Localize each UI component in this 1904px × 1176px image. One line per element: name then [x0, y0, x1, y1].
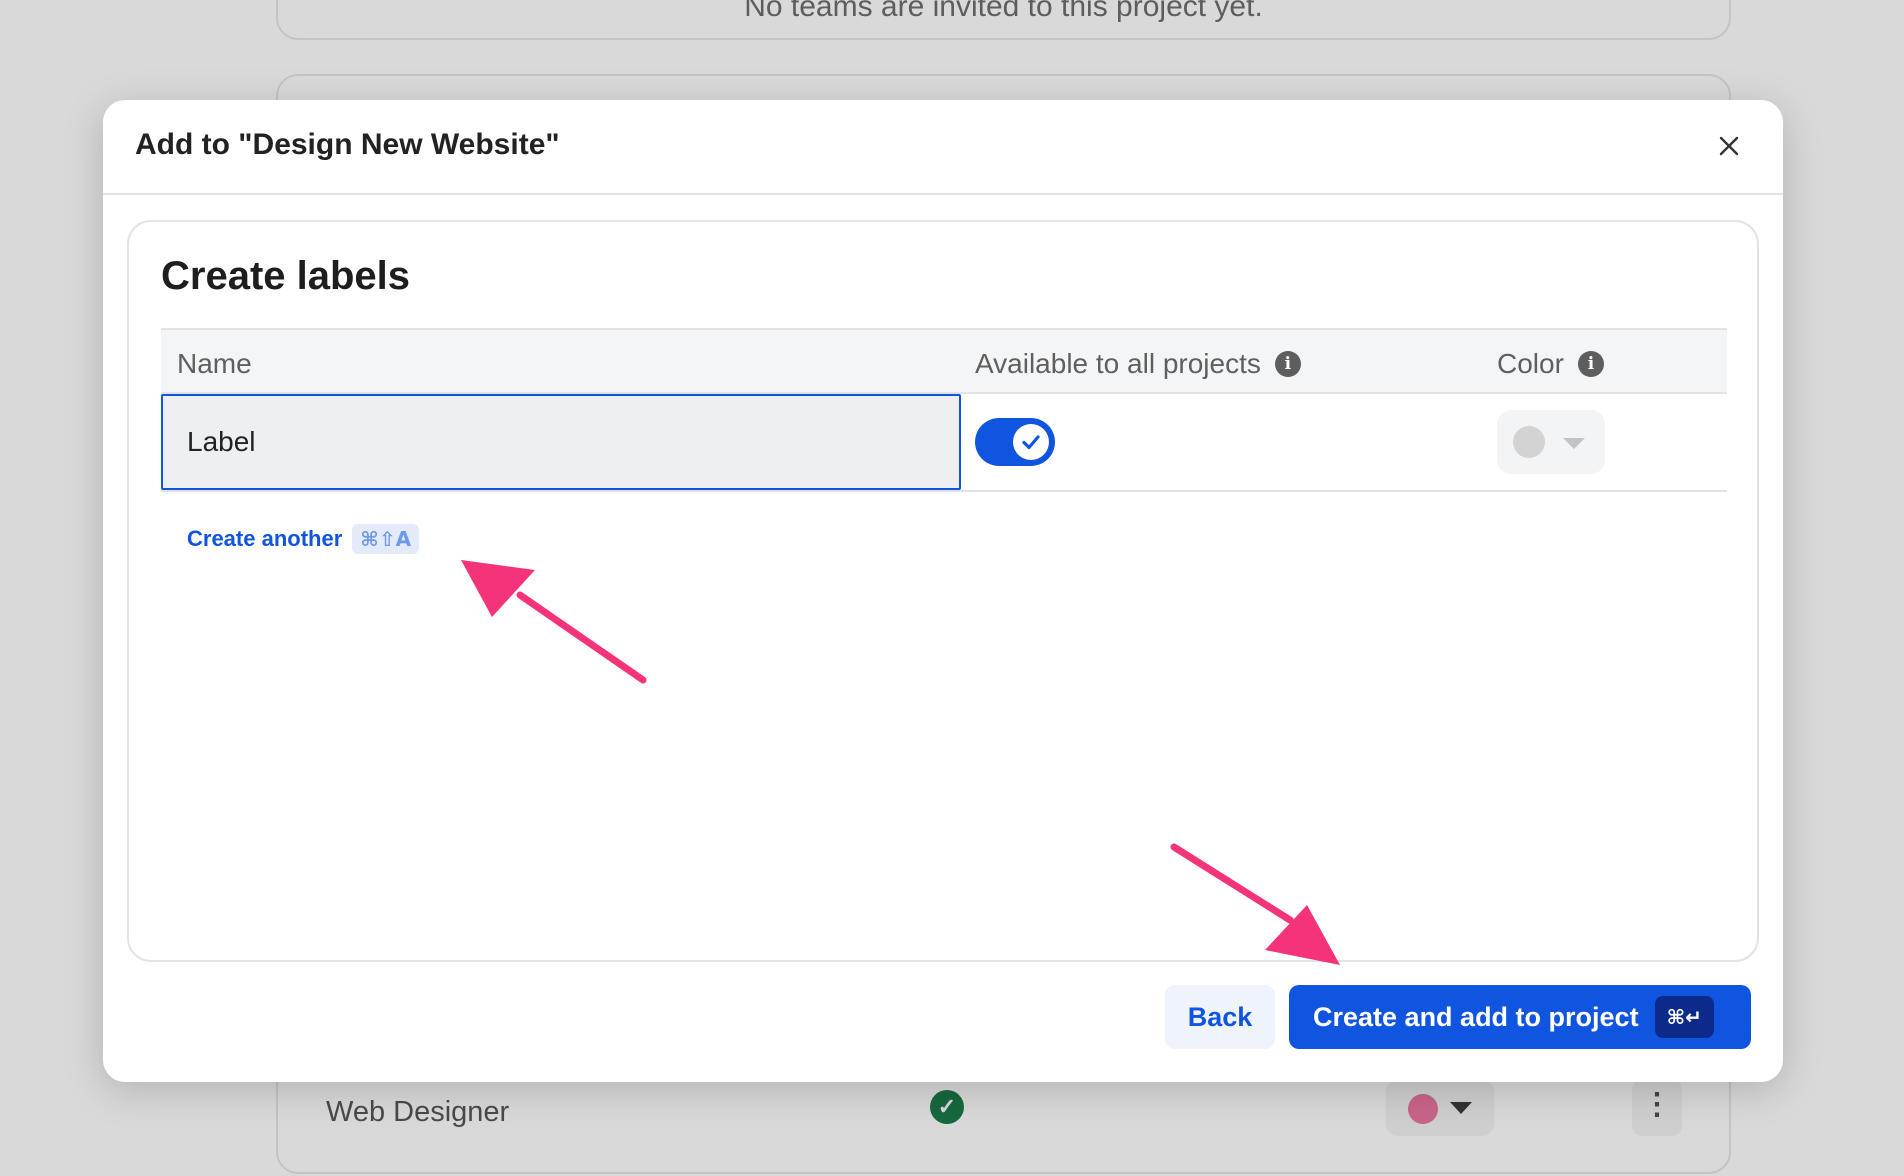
column-header-name: Name	[177, 348, 252, 380]
close-button[interactable]	[1711, 128, 1747, 164]
empty-teams-message: No teams are invited to this project yet…	[744, 0, 1263, 23]
column-header-available-label: Available to all projects	[975, 348, 1261, 379]
create-another-label: Create another	[187, 526, 343, 551]
invited-teams-card: No teams are invited to this project yet…	[276, 0, 1731, 40]
keyboard-shortcut-badge: ⌘↵	[1654, 996, 1714, 1038]
color-swatch	[1513, 426, 1545, 458]
labels-table: Name Available to all projects i Color i	[161, 328, 1727, 492]
create-and-add-label: Create and add to project	[1313, 1001, 1639, 1032]
section-title: Create labels	[161, 254, 411, 298]
add-to-project-modal: Add to "Design New Website" Create label…	[103, 100, 1783, 1082]
modal-header: Add to "Design New Website"	[103, 100, 1783, 195]
column-header-name-label: Name	[177, 348, 252, 379]
checkmark-icon	[1022, 435, 1040, 450]
label-name-input[interactable]	[161, 394, 961, 490]
create-labels-panel: Create labels Name Available to all proj…	[127, 220, 1759, 962]
toggle-knob	[1013, 424, 1049, 460]
caret-down-icon	[1563, 438, 1585, 449]
color-select[interactable]	[1497, 410, 1605, 474]
table-header: Name Available to all projects i Color i	[161, 328, 1727, 394]
role-name: Web Designer	[326, 1096, 510, 1128]
column-header-available: Available to all projects i	[975, 348, 1301, 380]
back-button[interactable]: Back	[1165, 985, 1275, 1049]
close-icon	[1719, 136, 1739, 156]
info-icon[interactable]: i	[1274, 351, 1301, 377]
available-to-all-toggle[interactable]	[975, 418, 1055, 466]
table-row	[161, 394, 1727, 492]
color-swatch	[1408, 1094, 1438, 1124]
more-options-icon[interactable]: ⋮	[1632, 1080, 1682, 1136]
keyboard-shortcut-badge: ⌘⇧A	[352, 524, 420, 554]
column-header-color: Color i	[1497, 348, 1604, 380]
create-and-add-button[interactable]: Create and add to project ⌘↵	[1289, 985, 1751, 1049]
info-icon[interactable]: i	[1577, 351, 1604, 377]
table-row: Web Designer ✓ ⋮	[278, 1076, 1729, 1156]
color-select[interactable]	[1386, 1080, 1494, 1136]
modal-title: Add to "Design New Website"	[135, 128, 560, 161]
column-header-color-label: Color	[1497, 348, 1564, 379]
caret-down-icon	[1450, 1102, 1472, 1114]
create-another-link[interactable]: Create another ⌘⇧A	[187, 524, 420, 554]
check-circle-icon: ✓	[930, 1090, 964, 1124]
